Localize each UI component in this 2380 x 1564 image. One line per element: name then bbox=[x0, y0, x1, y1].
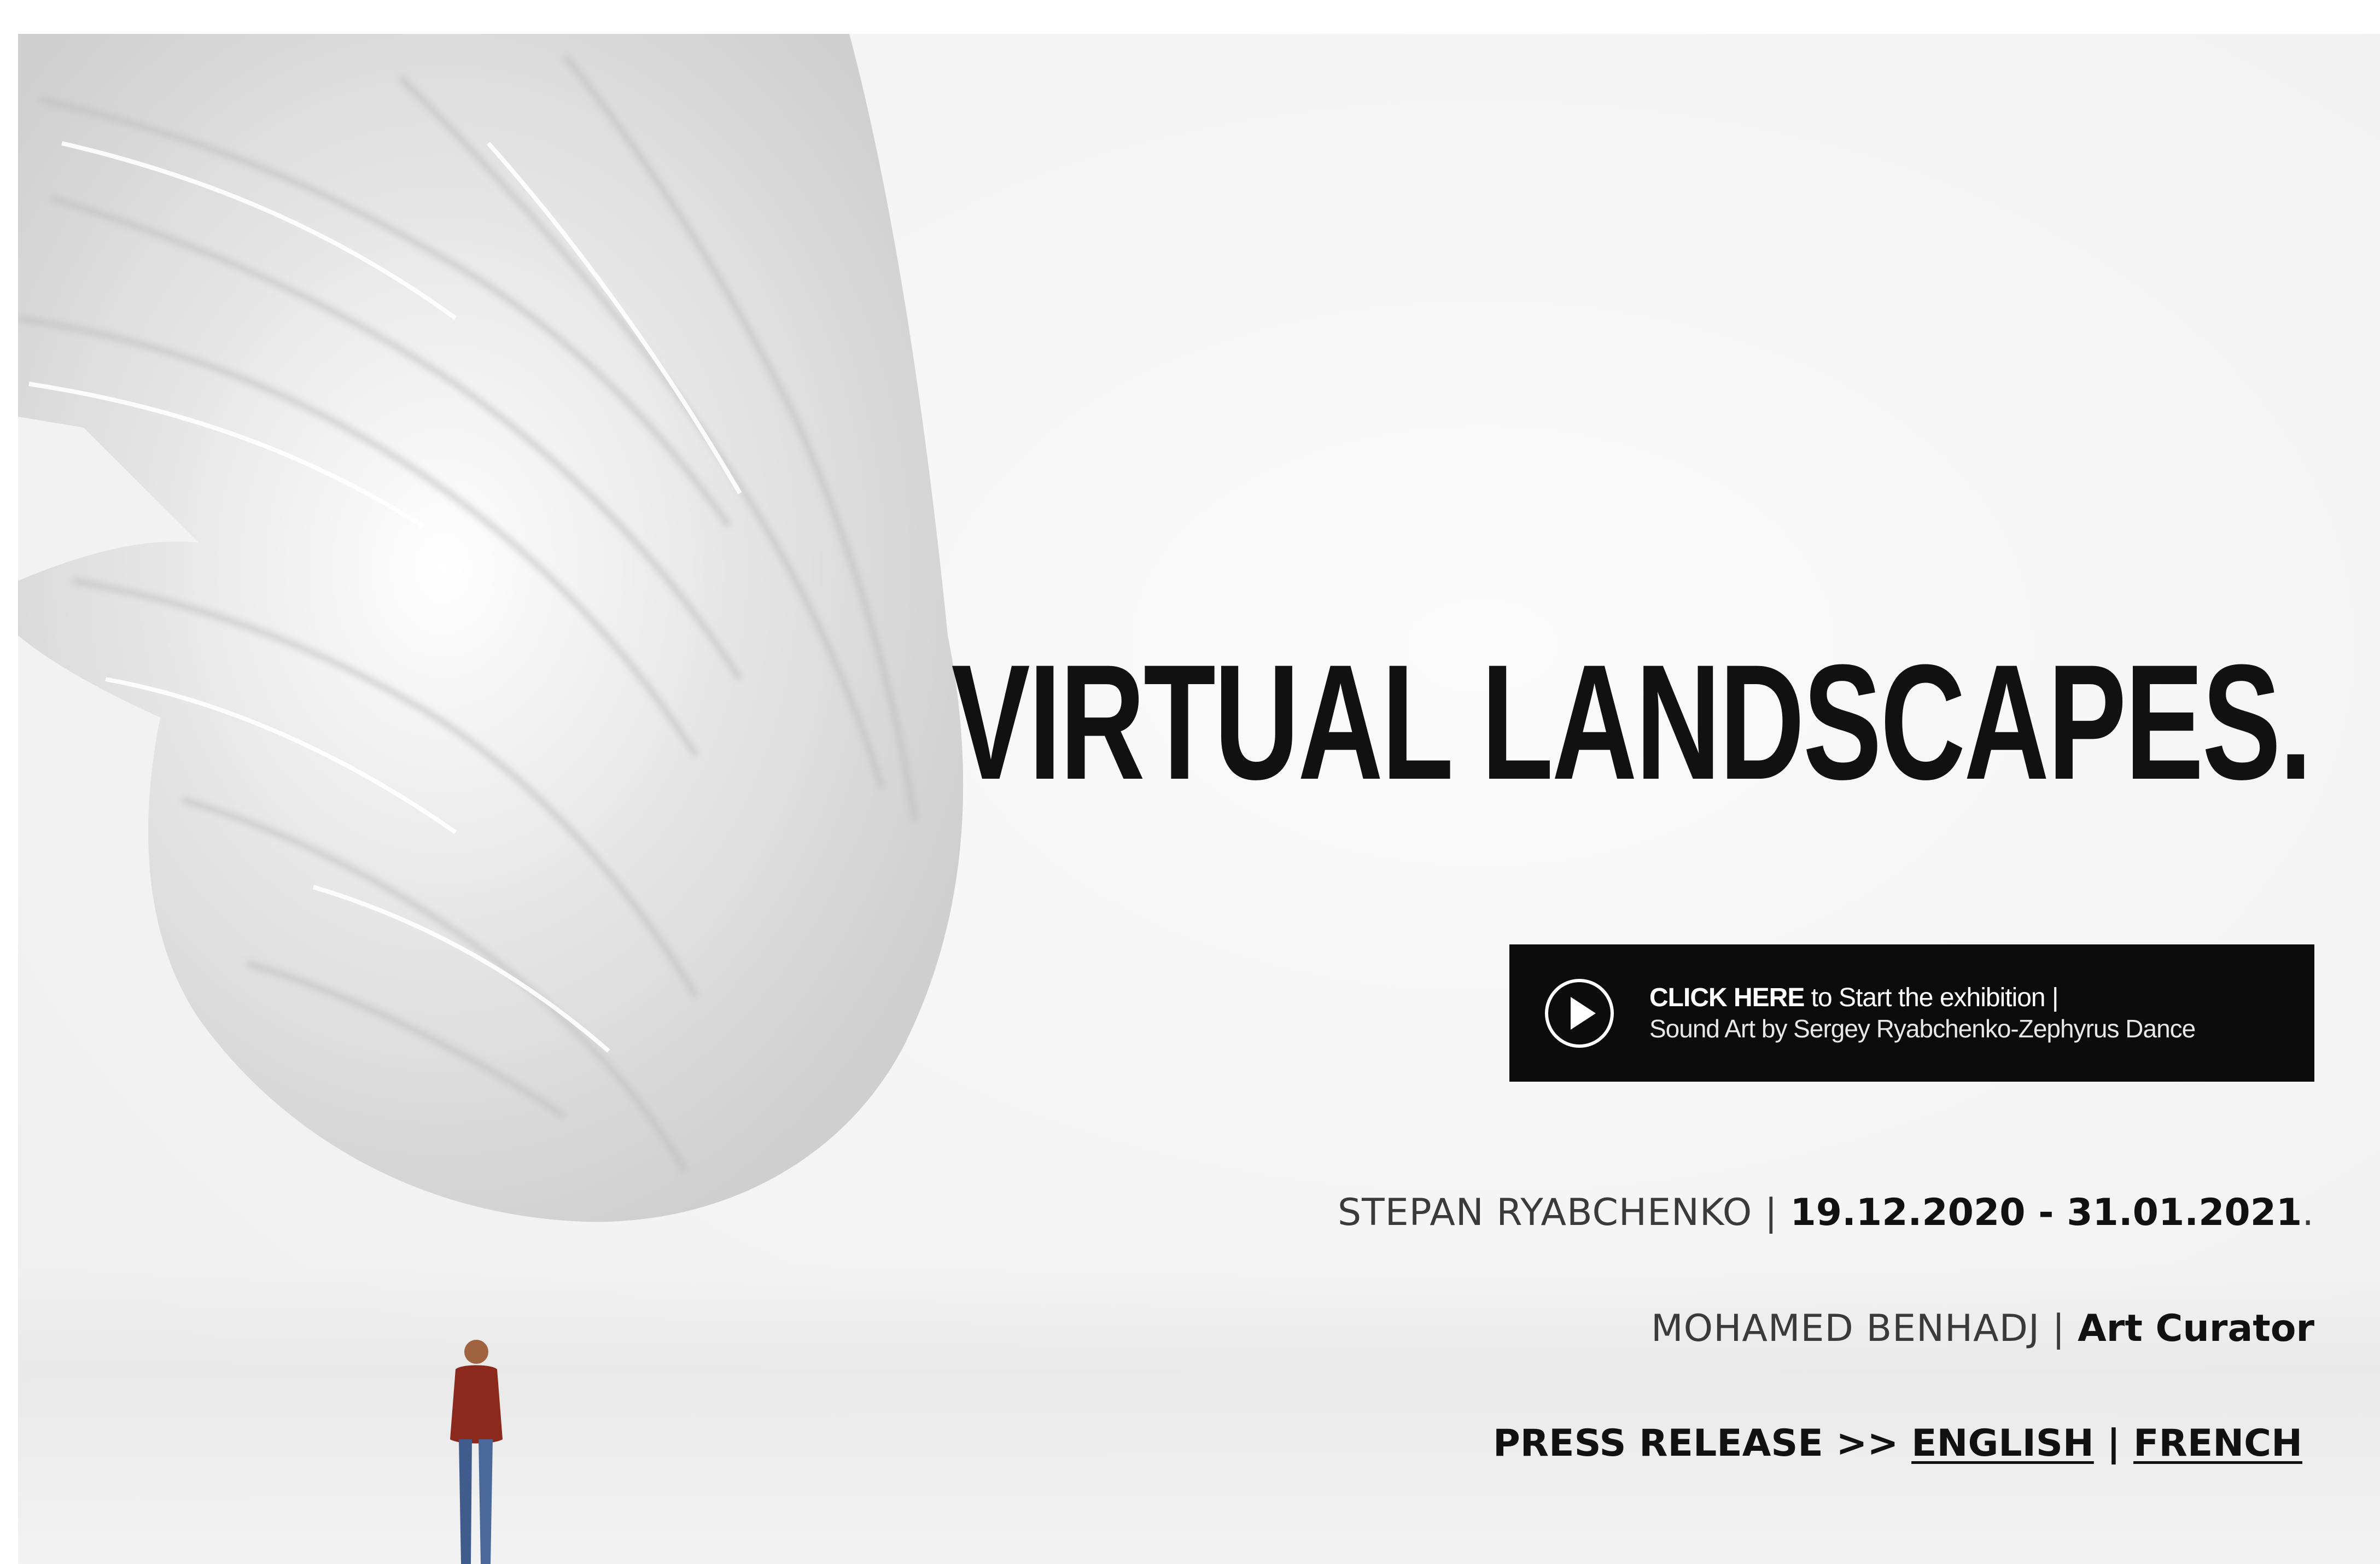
press-release-english-link[interactable]: ENGLISH bbox=[1911, 1422, 2094, 1465]
cta-line-2: Sound Art by Sergey Ryabchenko-Zephyrus … bbox=[1649, 1014, 2196, 1043]
curator-line: MOHAMED BENHADJ | Art Curator bbox=[1651, 1307, 2314, 1350]
person-figure-image bbox=[450, 1340, 503, 1564]
press-release-french-link[interactable]: FRENCH bbox=[2133, 1422, 2302, 1465]
exhibition-dates: 19.12.2020 - 31.01.2021 bbox=[1790, 1191, 2302, 1234]
exhibition-title: VIRTUAL LANDSCAPES. bbox=[951, 630, 2312, 814]
curator-name: MOHAMED BENHADJ bbox=[1651, 1307, 2040, 1350]
page: VIRTUAL LANDSCAPES. CLICK HERE to Start … bbox=[0, 0, 2380, 1564]
artist-name: STEPAN RYABCHENKO bbox=[1338, 1191, 1753, 1234]
cta-line-1: CLICK HERE to Start the exhibition | bbox=[1649, 983, 2058, 1013]
wing-sculpture-image bbox=[18, 34, 964, 1222]
press-release-label: PRESS RELEASE >> bbox=[1492, 1422, 1912, 1465]
start-exhibition-button[interactable]: CLICK HERE to Start the exhibition | Sou… bbox=[1509, 944, 2314, 1082]
cta-text: CLICK HERE to Start the exhibition | Sou… bbox=[1649, 982, 2196, 1044]
artist-line: STEPAN RYABCHENKO | 19.12.2020 - 31.01.2… bbox=[1338, 1191, 2314, 1234]
press-release-line: PRESS RELEASE >> ENGLISH | FRENCH bbox=[1492, 1422, 2302, 1465]
curator-role: Art Curator bbox=[2078, 1307, 2314, 1350]
play-circle-icon bbox=[1545, 978, 1614, 1048]
